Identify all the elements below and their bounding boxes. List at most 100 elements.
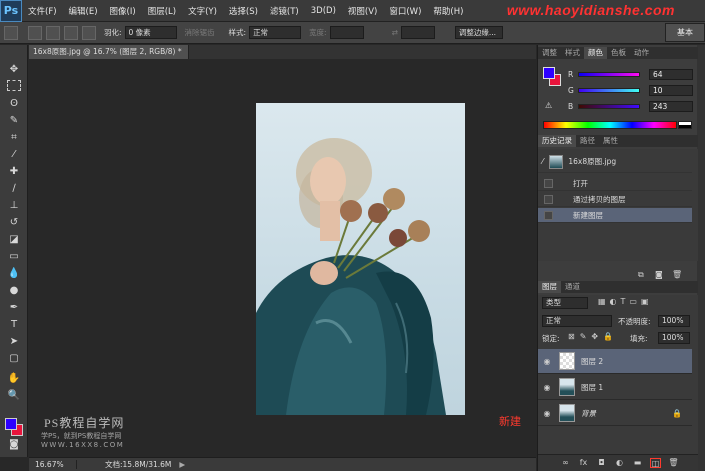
g-value-input[interactable]: 10 (649, 84, 693, 96)
tool-preset-icon[interactable] (4, 25, 18, 40)
r-value-input[interactable]: 64 (649, 68, 693, 80)
layer-row-1[interactable]: ◉ 图层 1 (538, 375, 692, 400)
layer-name[interactable]: 背景 (581, 408, 596, 419)
layer-name[interactable]: 图层 2 (581, 356, 603, 367)
opacity-input[interactable]: 100% (658, 315, 690, 327)
dodge-tool-icon[interactable]: ● (6, 284, 22, 298)
status-arrow-icon[interactable]: ▶ (179, 460, 185, 469)
rectangle-tool-icon[interactable]: ▢ (6, 352, 22, 366)
lasso-tool-icon[interactable]: ʘ (6, 97, 22, 111)
panel-collapse-strip[interactable] (697, 45, 705, 471)
history-item[interactable]: 打开 (538, 176, 692, 191)
visibility-eye-icon[interactable]: ◉ (541, 409, 553, 418)
layer-row-background[interactable]: ◉ 背景 🔒 (538, 401, 692, 426)
history-snapshot[interactable]: ⁄ 16x8原图.jpg (538, 151, 692, 173)
b-value-input[interactable]: 243 (649, 100, 693, 112)
clone-stamp-tool-icon[interactable]: ⊥ (6, 199, 22, 213)
new-document-from-state-icon[interactable]: ⧉ (638, 270, 644, 280)
pen-tool-icon[interactable]: ✒ (6, 301, 22, 315)
link-layers-icon[interactable]: ∞ (560, 458, 571, 468)
color-panel-fg-swatch[interactable] (543, 67, 555, 79)
visibility-eye-icon[interactable]: ◉ (541, 357, 553, 366)
document-size[interactable]: 文档:15.8M/31.6M (97, 459, 171, 470)
menu-filter[interactable]: 滤镜(T) (264, 5, 305, 17)
black-white-swatch[interactable] (678, 121, 692, 129)
camera-snapshot-icon[interactable]: ◙ (655, 270, 663, 279)
subtract-selection-icon[interactable] (64, 25, 78, 40)
menu-file[interactable]: 文件(F) (22, 5, 63, 17)
healing-brush-tool-icon[interactable]: ✚ (6, 165, 22, 179)
adjustment-layer-icon[interactable]: ◐ (614, 458, 625, 468)
menu-layer[interactable]: 图层(L) (142, 5, 182, 17)
height-input-placeholder[interactable]: ⇄ (392, 28, 398, 37)
crop-tool-icon[interactable]: ⌗ (6, 131, 22, 145)
delete-layer-icon[interactable]: 🗑 (668, 458, 679, 468)
layer-filter-select[interactable]: 类型 (542, 297, 588, 309)
blend-mode-select[interactable]: 正常 (542, 315, 612, 327)
new-layer-icon[interactable]: ◫ (650, 458, 661, 468)
tab-channels[interactable]: 通道 (561, 281, 584, 293)
g-slider[interactable] (578, 87, 640, 93)
menu-help[interactable]: 帮助(H) (427, 5, 469, 17)
tab-color[interactable]: 颜色 (584, 47, 607, 59)
history-item[interactable]: 通过拷贝的图层 (538, 192, 692, 207)
new-selection-icon[interactable] (28, 25, 42, 40)
layer-style-icon[interactable]: fx (578, 458, 589, 468)
menu-view[interactable]: 视图(V) (342, 5, 383, 17)
height-input[interactable] (400, 26, 435, 39)
workspace-switcher[interactable]: 基本 (665, 23, 705, 42)
tab-actions[interactable]: 动作 (630, 47, 653, 59)
r-slider[interactable] (578, 71, 640, 77)
document-tab[interactable]: 16x8原图.jpg @ 16.7% (图层 2, RGB/8) * (29, 45, 189, 59)
foreground-color-swatch[interactable] (5, 418, 17, 430)
history-checkbox-icon[interactable] (544, 210, 553, 220)
marquee-tool-icon[interactable] (7, 80, 21, 91)
tab-paths[interactable]: 路径 (576, 135, 599, 147)
b-slider[interactable] (578, 103, 640, 109)
tab-swatches[interactable]: 色板 (607, 47, 630, 59)
add-selection-icon[interactable] (46, 25, 60, 40)
new-group-icon[interactable]: ▬ (632, 458, 643, 468)
gamut-warning-icon[interactable]: ⚠ (545, 101, 552, 110)
zoom-tool-icon[interactable]: 🔍 (6, 389, 22, 403)
tab-layers[interactable]: 图层 (538, 281, 561, 293)
tab-history[interactable]: 历史记录 (538, 135, 576, 147)
fill-input[interactable]: 100% (658, 332, 690, 344)
quick-mask-icon[interactable]: ◙ (6, 438, 22, 452)
style-select[interactable]: 正常 (249, 26, 302, 39)
history-checkbox-icon[interactable] (544, 178, 553, 188)
menu-window[interactable]: 窗口(W) (383, 5, 427, 17)
history-checkbox-icon[interactable] (544, 194, 553, 204)
gradient-tool-icon[interactable]: ▭ (6, 250, 22, 264)
eyedropper-tool-icon[interactable]: ⁄ (6, 148, 22, 162)
type-tool-icon[interactable]: T (6, 318, 22, 332)
history-brush-tool-icon[interactable]: ↺ (6, 216, 22, 230)
refine-edge-button[interactable]: 调整边缘... (454, 26, 503, 39)
path-select-tool-icon[interactable]: ➤ (6, 335, 22, 349)
hand-tool-icon[interactable]: ✋ (6, 372, 22, 386)
layer-name[interactable]: 图层 1 (581, 382, 603, 393)
layer-mask-icon[interactable]: ◘ (596, 458, 607, 468)
menu-type[interactable]: 文字(Y) (182, 5, 223, 17)
layer-filter-icons[interactable]: ▦◐T▭▣ (598, 297, 653, 306)
blur-tool-icon[interactable]: 💧 (6, 267, 22, 281)
history-item-selected[interactable]: 新建图层 (538, 208, 692, 223)
tab-properties[interactable]: 属性 (599, 135, 622, 147)
tab-styles[interactable]: 样式 (561, 47, 584, 59)
antialias-checkbox[interactable]: 消除锯齿 (185, 27, 215, 38)
intersect-selection-icon[interactable] (82, 25, 96, 40)
tab-adjustments[interactable]: 调整 (538, 47, 561, 59)
feather-input[interactable]: 0 像素 (124, 26, 177, 39)
menu-edit[interactable]: 编辑(E) (63, 5, 104, 17)
document-image[interactable] (256, 103, 465, 415)
brush-tool-icon[interactable]: ∕ (6, 182, 22, 196)
menu-select[interactable]: 选择(S) (223, 5, 264, 17)
visibility-eye-icon[interactable]: ◉ (541, 383, 553, 392)
menu-3d[interactable]: 3D(D) (305, 6, 342, 16)
color-spectrum-bar[interactable] (543, 121, 677, 129)
lock-icons[interactable]: ⊠✎✥🔒 (568, 332, 618, 341)
layer-row-2[interactable]: ◉ 图层 2 (538, 349, 692, 374)
width-input[interactable] (329, 26, 364, 39)
eraser-tool-icon[interactable]: ◪ (6, 233, 22, 247)
zoom-level[interactable]: 16.67% (29, 460, 77, 469)
